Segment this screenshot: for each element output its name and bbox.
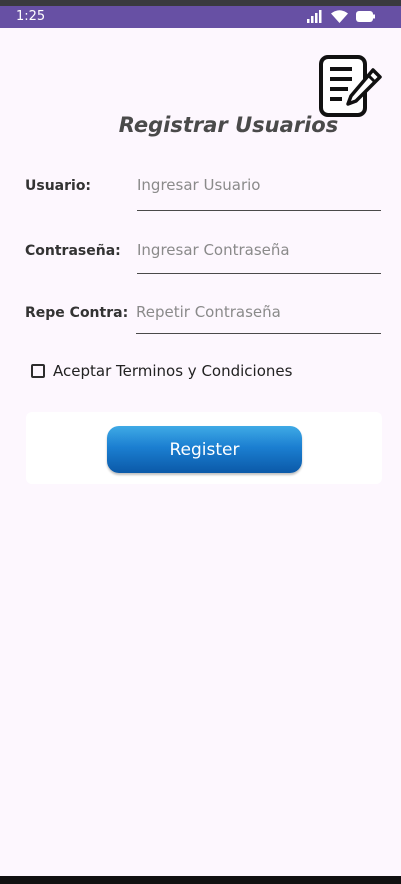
contrasena-field (137, 240, 381, 274)
usuario-field (137, 175, 381, 211)
terms-label: Aceptar Terminos y Condiciones (53, 362, 293, 380)
navigation-bar (0, 876, 401, 884)
terms-checkbox-row[interactable]: Aceptar Terminos y Condiciones (31, 362, 292, 380)
terms-checkbox[interactable] (31, 364, 45, 378)
contrasena-input[interactable] (137, 241, 381, 259)
status-time: 1:25 (16, 9, 46, 24)
usuario-input[interactable] (137, 176, 381, 194)
battery-icon (356, 11, 375, 22)
repetir-input[interactable] (136, 303, 381, 321)
contrasena-label: Contraseña: (25, 243, 121, 259)
register-form-icon (319, 55, 382, 117)
status-bar: 1:25 (0, 6, 401, 28)
repetir-label: Repe Contra: (25, 305, 129, 321)
wifi-icon (331, 10, 348, 23)
usuario-label: Usuario: (25, 178, 92, 194)
signal-icon (307, 10, 322, 23)
repetir-field (136, 302, 381, 334)
register-button[interactable]: Register (107, 426, 302, 473)
status-icons (307, 10, 375, 23)
page-title: Registrar Usuarios (118, 113, 339, 137)
